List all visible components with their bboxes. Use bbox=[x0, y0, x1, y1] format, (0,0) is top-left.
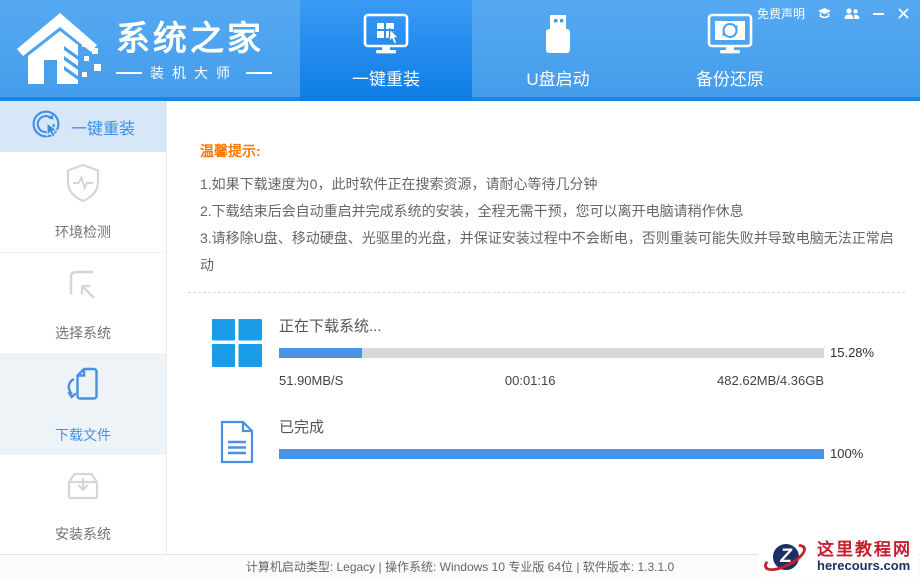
service-icon[interactable] bbox=[817, 7, 832, 20]
sidebar-item-label: 安装系统 bbox=[55, 524, 111, 544]
tips-panel: 温馨提示: 1.如果下载速度为0，此时软件正在搜索资源，请耐心等待几分钟 2.下… bbox=[167, 101, 920, 279]
download-percent-label: 15.28% bbox=[830, 345, 882, 360]
watermark-z-logo-icon: Z bbox=[762, 536, 810, 578]
tab-label: U盘启动 bbox=[526, 65, 589, 90]
tab-one-click-reinstall[interactable]: 一键重装 bbox=[300, 0, 472, 101]
tip-line-1: 1.如果下载速度为0，此时软件正在搜索资源，请耐心等待几分钟 bbox=[200, 171, 906, 198]
watermark-domain: herecours.com bbox=[817, 559, 912, 573]
users-icon[interactable] bbox=[844, 7, 860, 20]
tab-label: 一键重装 bbox=[352, 65, 420, 90]
sidebar-item-select-system[interactable]: 选择系统 bbox=[0, 253, 166, 354]
download-size: 482.62MB/4.36GB bbox=[717, 373, 824, 388]
sidebar-item-label: 选择系统 bbox=[55, 323, 111, 343]
sidebar-item-label: 下载文件 bbox=[55, 425, 111, 445]
download-file-icon bbox=[60, 363, 106, 412]
tab-label: 备份还原 bbox=[696, 65, 764, 90]
install-box-icon bbox=[60, 466, 106, 511]
watermark-site-name: 这里教程网 bbox=[817, 541, 912, 560]
house-logo-icon bbox=[14, 10, 106, 91]
window-controls: 免费声明 bbox=[757, 5, 910, 22]
cursor-select-icon bbox=[60, 263, 106, 310]
download-progress-section: 正在下载系统... 15.28% 51.90MB/S 00:01:16 482.… bbox=[213, 315, 882, 388]
app-subtitle: 装机大师 bbox=[150, 63, 238, 83]
main-tabs: 一键重装 U盘启动 bbox=[300, 0, 816, 101]
app-subtitle-row: 装机大师 bbox=[116, 63, 272, 83]
subtitle-left-dash bbox=[116, 72, 142, 74]
tab-usb-boot[interactable]: U盘启动 bbox=[472, 0, 644, 101]
system-info-text: 计算机启动类型: Legacy | 操作系统: Windows 10 专业版 6… bbox=[246, 560, 674, 574]
tip-line-3: 3.请移除U盘、移动硬盘、光驱里的光盘，并保证安装过程中不会断电，否则重装可能失… bbox=[200, 225, 906, 279]
usb-drive-icon bbox=[536, 11, 580, 57]
download-status-text: 正在下载系统... bbox=[279, 315, 882, 336]
watermark: Z 这里教程网 herecours.com bbox=[758, 535, 918, 579]
sidebar: 一键重装 环境检测 选择系统 下载文件 bbox=[0, 101, 167, 554]
sidebar-item-one-click-reinstall[interactable]: 一键重装 bbox=[0, 101, 166, 152]
tip-line-2: 2.下载结束后会自动重启并完成系统的安装，全程无需干预，您可以离开电脑请稍作休息 bbox=[200, 198, 906, 225]
close-button[interactable] bbox=[897, 7, 910, 20]
minimize-button[interactable] bbox=[872, 7, 885, 20]
sidebar-item-label: 环境检测 bbox=[55, 222, 111, 242]
document-icon bbox=[219, 420, 255, 469]
completed-status-text: 已完成 bbox=[279, 416, 882, 437]
tips-title: 温馨提示: bbox=[200, 141, 906, 161]
monitor-windows-icon bbox=[362, 11, 410, 57]
monitor-restore-icon bbox=[706, 11, 754, 57]
app-title: 系统之家 bbox=[116, 19, 272, 59]
sidebar-item-install-system[interactable]: 安装系统 bbox=[0, 455, 166, 556]
windows-logo-icon bbox=[212, 319, 262, 388]
dashed-divider bbox=[188, 292, 905, 293]
sidebar-item-download-file[interactable]: 下载文件 bbox=[0, 354, 166, 455]
completed-progress-fill bbox=[279, 449, 824, 459]
disclaimer-link[interactable]: 免费声明 bbox=[757, 5, 805, 22]
subtitle-right-dash bbox=[246, 72, 272, 74]
download-progress-fill bbox=[279, 348, 362, 358]
app-header: 系统之家 装机大师 bbox=[0, 0, 920, 101]
main-content: 温馨提示: 1.如果下载速度为0，此时软件正在搜索资源，请耐心等待几分钟 2.下… bbox=[167, 101, 920, 554]
shield-check-icon bbox=[60, 162, 106, 209]
completed-progress-section: 已完成 100% bbox=[213, 416, 882, 469]
sidebar-item-env-check[interactable]: 环境检测 bbox=[0, 152, 166, 253]
app-logo: 系统之家 装机大师 bbox=[14, 10, 272, 91]
sidebar-item-label: 一键重装 bbox=[71, 115, 135, 139]
download-stats-row: 51.90MB/S 00:01:16 482.62MB/4.36GB bbox=[279, 373, 824, 388]
download-progress-track bbox=[279, 348, 824, 358]
download-elapsed-time: 00:01:16 bbox=[505, 373, 556, 388]
completed-percent-label: 100% bbox=[830, 446, 882, 461]
download-speed: 51.90MB/S bbox=[279, 373, 343, 388]
completed-progress-track bbox=[279, 449, 824, 459]
reinstall-circle-icon bbox=[31, 109, 61, 144]
